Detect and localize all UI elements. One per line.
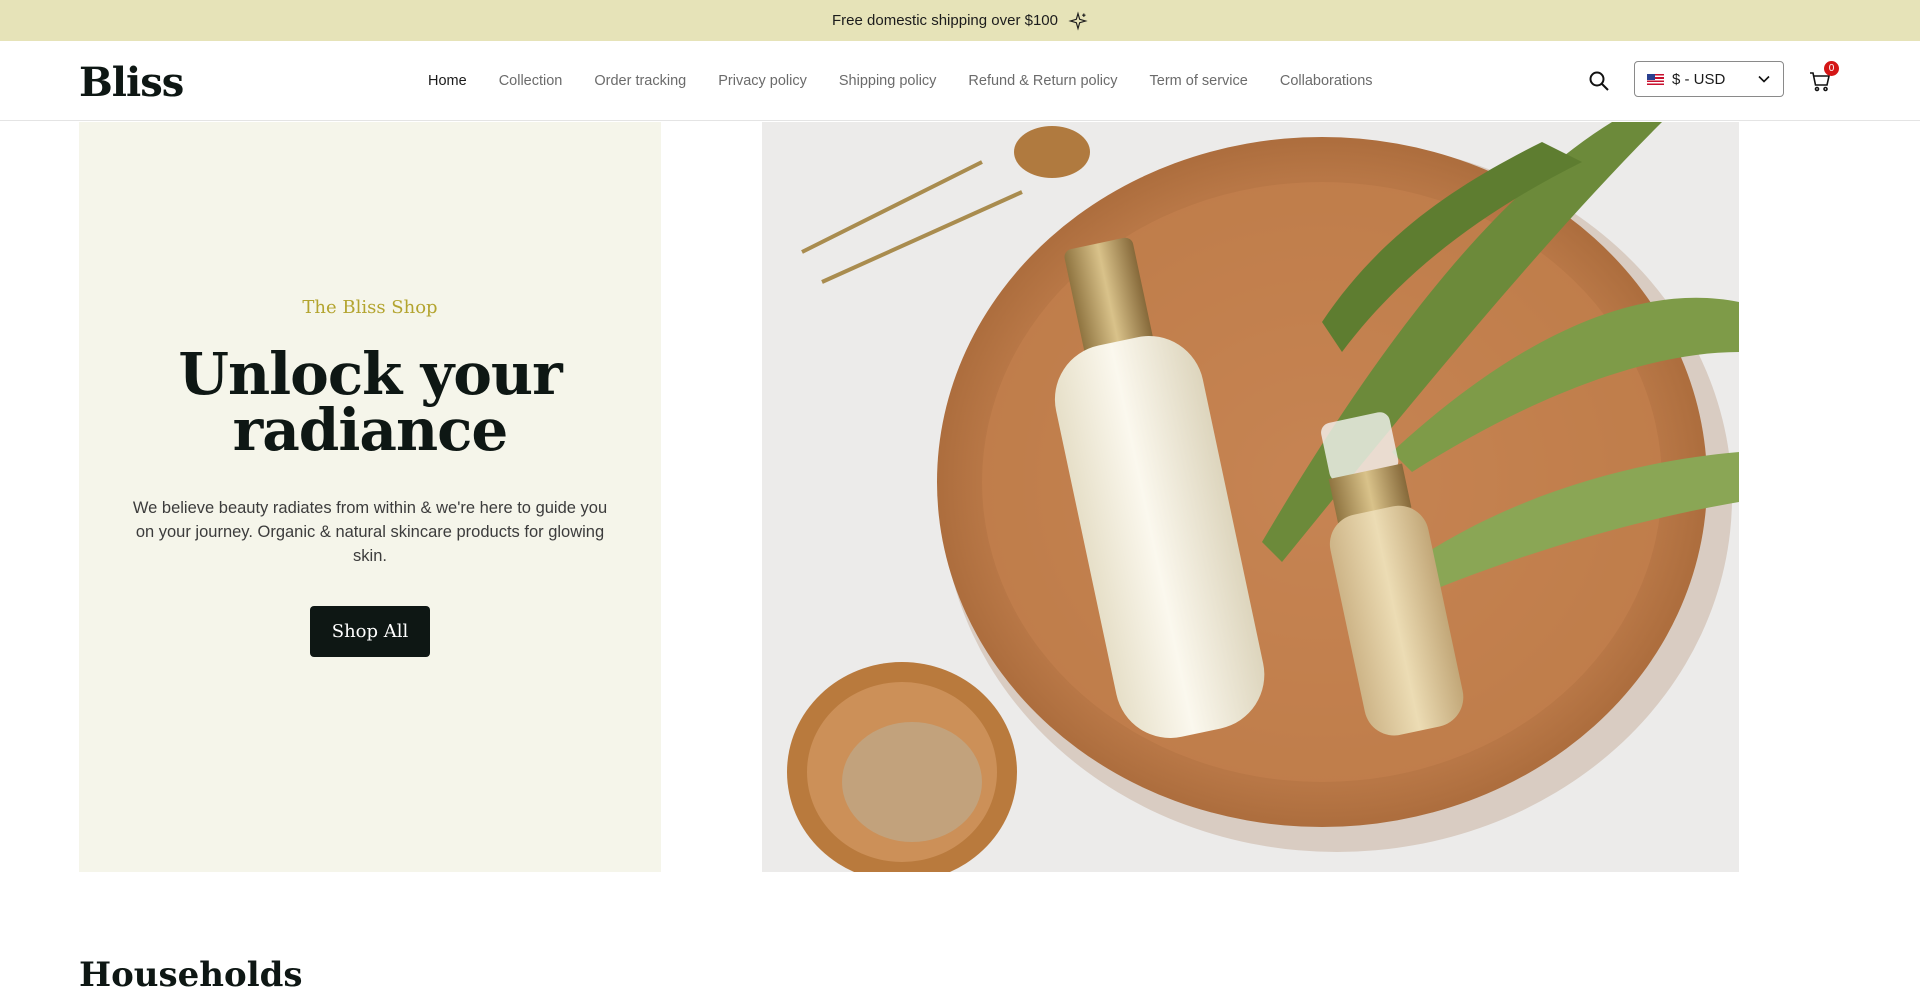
hero-subtext: We believe beauty radiates from within &…	[132, 499, 608, 565]
sparkle-icon	[1068, 10, 1088, 31]
currency-selector[interactable]: $ - USD	[1634, 61, 1784, 97]
announcement-text: Free domestic shipping over $100	[832, 12, 1058, 29]
logo[interactable]: Bliss	[79, 59, 184, 106]
nav-refund-return-policy[interactable]: Refund & Return policy	[968, 73, 1117, 89]
hero-section: The Bliss Shop Unlock your radiance We b…	[0, 122, 1920, 872]
us-flag-icon	[1647, 73, 1664, 85]
shop-all-button[interactable]: Shop All	[310, 606, 430, 657]
hero-headline: Unlock your radiance	[178, 340, 562, 464]
main-nav: Home Collection Order tracking Privacy p…	[428, 41, 1373, 121]
cart-count-badge: 0	[1824, 61, 1839, 76]
hero-eyebrow: The Bliss Shop	[302, 297, 438, 318]
nav-term-of-service[interactable]: Term of service	[1150, 73, 1248, 89]
hero-panel: The Bliss Shop Unlock your radiance We b…	[79, 122, 661, 872]
site-header: Bliss Home Collection Order tracking Pri…	[0, 41, 1920, 121]
nav-order-tracking[interactable]: Order tracking	[594, 73, 686, 89]
nav-privacy-policy[interactable]: Privacy policy	[718, 73, 807, 89]
nav-shipping-policy[interactable]: Shipping policy	[839, 73, 937, 89]
announcement-bar: Free domestic shipping over $100	[0, 0, 1920, 41]
currency-label: $ - USD	[1672, 70, 1726, 88]
nav-collaborations[interactable]: Collaborations	[1280, 73, 1373, 89]
hero-product-image	[762, 122, 1739, 872]
nav-collection[interactable]: Collection	[499, 73, 563, 89]
chevron-down-icon	[1758, 75, 1770, 83]
search-icon[interactable]	[1587, 69, 1611, 93]
nav-home[interactable]: Home	[428, 73, 467, 89]
section-title-households: Households	[79, 955, 303, 995]
